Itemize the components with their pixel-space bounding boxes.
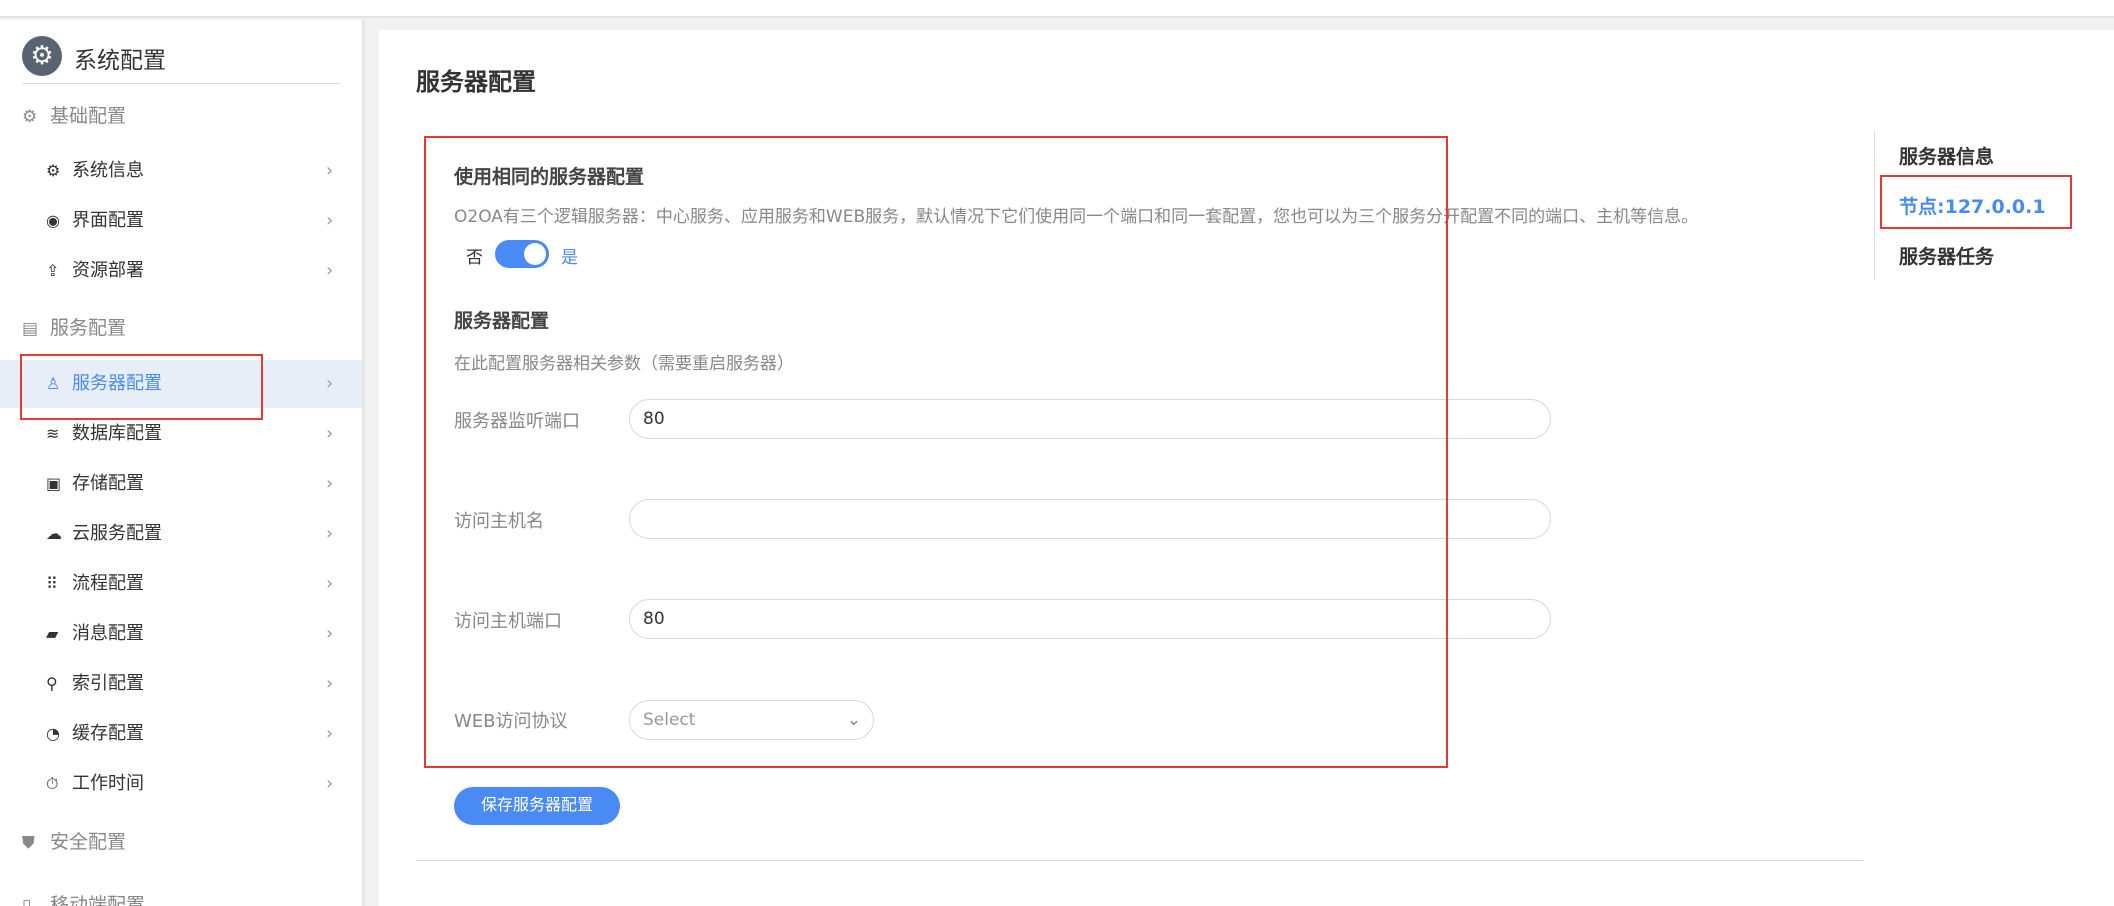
chevron-right-icon: › [326, 773, 334, 794]
storage-icon: ▣ [46, 474, 62, 493]
group-basic[interactable]: ⚙ 基础配置 [22, 96, 126, 136]
highlight-box-sidebar [20, 354, 263, 420]
search-icon: ⚲ [46, 674, 58, 693]
sidebar-item-label: 流程配置 [72, 573, 144, 594]
chevron-right-icon: › [326, 473, 334, 494]
chevron-right-icon: › [326, 260, 334, 281]
sidebar-item-system-info[interactable]: ⚙ 系统信息 › [0, 147, 362, 195]
sidebar-item-flow[interactable]: ⠿ 流程配置 › [0, 560, 362, 608]
sidebar-item-ui[interactable]: ◉ 界面配置 › [0, 197, 362, 245]
chevron-right-icon: › [326, 373, 334, 394]
sidebar-item-label: 资源部署 [72, 260, 144, 281]
gear-icon: ⚙ [22, 36, 62, 76]
timer-icon: ⏱ [46, 774, 59, 793]
group-mobile-label: 移动端配置 [50, 894, 146, 906]
palette-icon: ◉ [46, 211, 60, 230]
sidebar-item-cloud[interactable]: ☁ 云服务配置 › [0, 510, 362, 558]
save-server-config-button[interactable]: 保存服务器配置 [454, 787, 620, 825]
sidebar-item-label: 索引配置 [72, 673, 144, 694]
sidebar-item-label: 工作时间 [72, 773, 144, 794]
message-icon: ▰ [46, 624, 59, 643]
sidebar-item-cache[interactable]: ◔ 缓存配置 › [0, 710, 362, 758]
sidebar-item-message[interactable]: ▰ 消息配置 › [0, 610, 362, 658]
server-icon: ▤ [22, 319, 39, 339]
chevron-right-icon: › [326, 523, 334, 544]
divider [416, 860, 1863, 861]
sidebar-item-label: 存储配置 [72, 473, 144, 494]
sidebar-item-label: 界面配置 [72, 210, 144, 231]
deploy-icon: ⇪ [46, 261, 60, 280]
group-security[interactable]: ⛊ 安全配置 [22, 822, 126, 862]
gear-icon: ⚙ [22, 107, 38, 127]
page-title: 服务器配置 [416, 68, 536, 96]
flow-icon: ⠿ [46, 574, 58, 593]
shield-icon: ⛊ [22, 833, 35, 853]
chevron-right-icon: › [326, 623, 334, 644]
sidebar-item-label: 系统信息 [72, 160, 144, 181]
sidebar-item-storage[interactable]: ▣ 存储配置 › [0, 460, 362, 508]
group-mobile[interactable]: ▯ 移动端配置 [22, 885, 145, 906]
chevron-right-icon: › [326, 160, 334, 181]
chevron-right-icon: › [326, 673, 334, 694]
sidebar-title: 系统配置 [74, 48, 166, 74]
cloud-icon: ☁ [46, 524, 62, 543]
sidebar-item-label: 云服务配置 [72, 523, 162, 544]
group-security-label: 安全配置 [50, 831, 127, 853]
sidebar-item-label: 消息配置 [72, 623, 144, 644]
nav-server-info[interactable]: 服务器信息 [1899, 142, 1994, 169]
sidebar-header: ⚙ 系统配置 [22, 36, 340, 84]
mobile-icon: ▯ [22, 896, 32, 906]
gear-icon: ⚙ [46, 161, 61, 180]
chevron-right-icon: › [326, 210, 334, 231]
group-service-label: 服务配置 [50, 317, 127, 339]
cache-icon: ◔ [46, 724, 60, 743]
group-service[interactable]: ▤ 服务配置 [22, 308, 126, 348]
chevron-right-icon: › [326, 423, 334, 444]
chevron-right-icon: › [326, 573, 334, 594]
sidebar-item-deploy[interactable]: ⇪ 资源部署 › [0, 247, 362, 295]
sidebar-item-index[interactable]: ⚲ 索引配置 › [0, 660, 362, 708]
highlight-box-node [1880, 175, 2072, 229]
sidebar: ⚙ 系统配置 ⚙ 基础配置 ⚙ 系统信息 › ◉ 界面配置 › ⇪ 资源部署 › … [0, 20, 365, 906]
group-basic-label: 基础配置 [50, 105, 127, 127]
sidebar-item-worktime[interactable]: ⏱ 工作时间 › [0, 760, 362, 808]
chevron-right-icon: › [326, 723, 334, 744]
sidebar-item-label: 缓存配置 [72, 723, 144, 744]
top-bar [0, 0, 2114, 18]
nav-server-tasks[interactable]: 服务器任务 [1899, 242, 1994, 269]
highlight-box-form [424, 136, 1448, 768]
